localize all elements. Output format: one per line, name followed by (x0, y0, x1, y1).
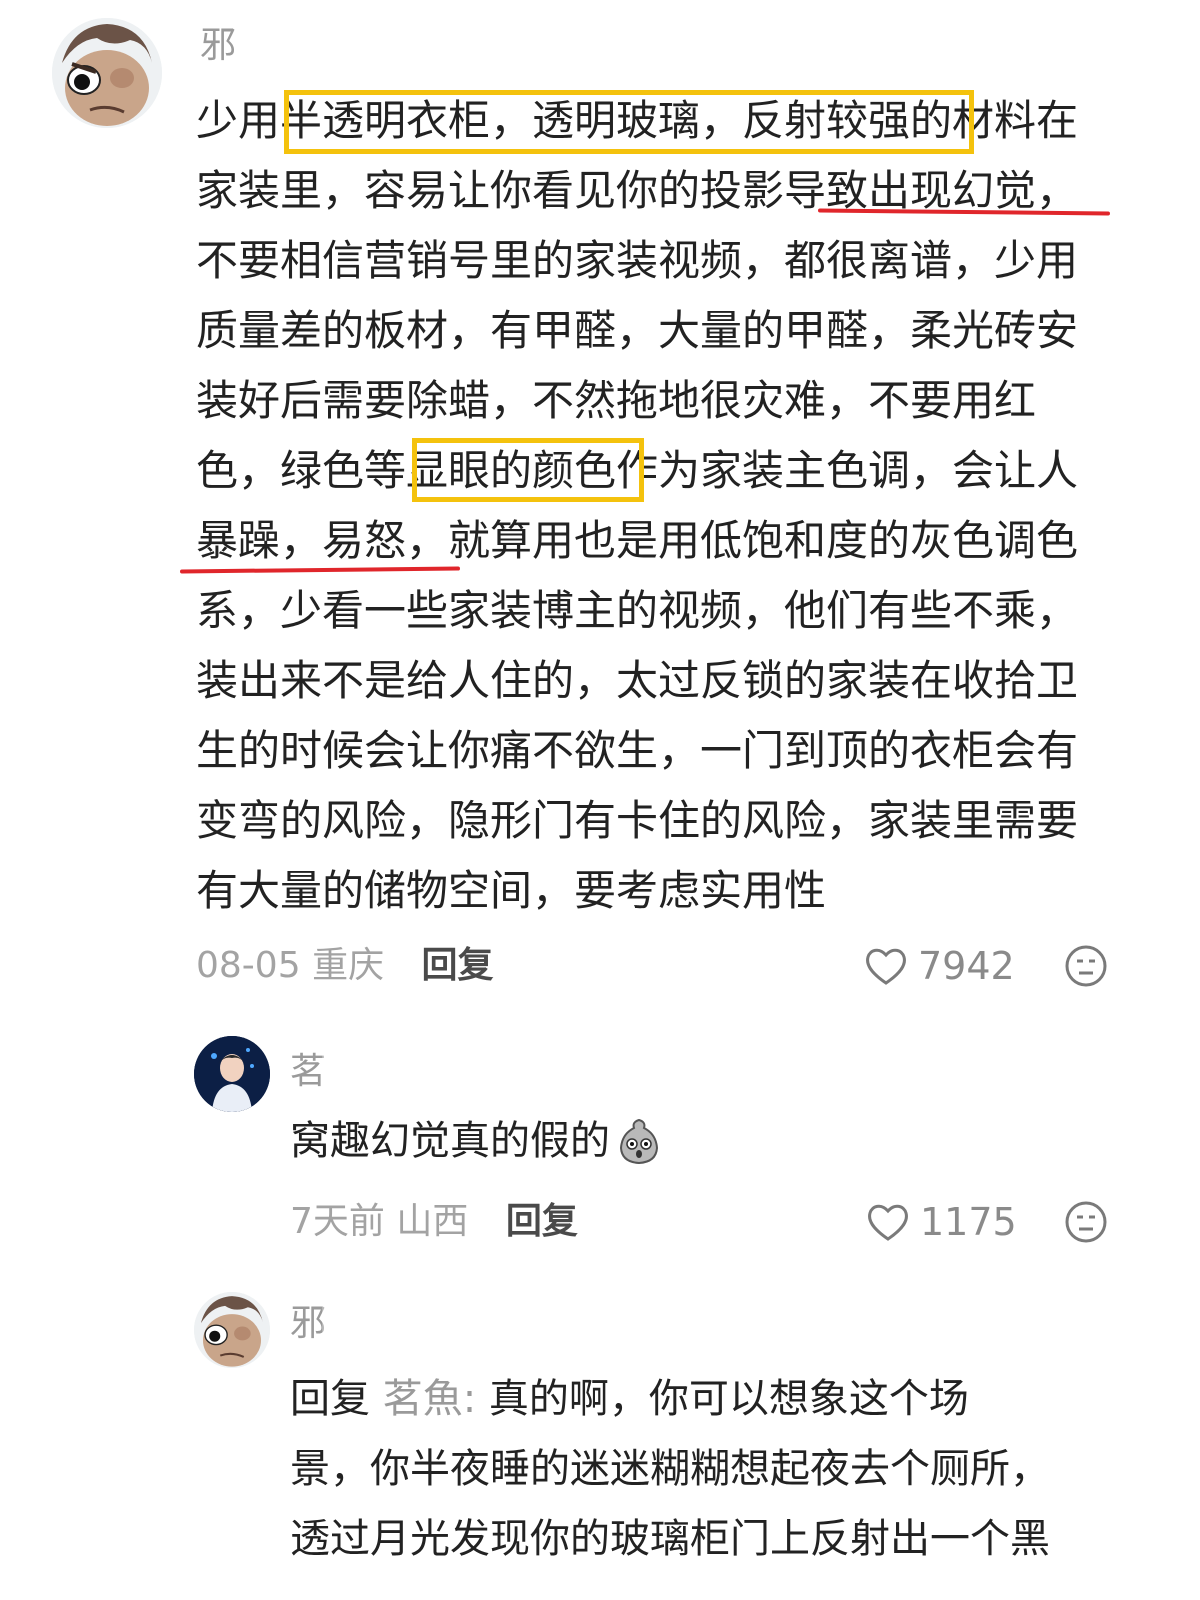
comment-line: 系，少看一些家装博主的视频，他们有些不乘， (196, 586, 1079, 635)
avatar-photo-icon (194, 1036, 270, 1112)
reply-prefix: 回复 (290, 1376, 370, 1422)
like-button[interactable]: 7942 (864, 944, 1015, 988)
username-blur (322, 1048, 362, 1088)
comment-line: 景，你半夜睡的迷迷糊糊想起夜去个厕所， (290, 1446, 1050, 1492)
reply-text: 窝趣幻觉真的假的 (290, 1118, 610, 1164)
avatar-cartoon-icon (52, 18, 162, 128)
like-count: 7942 (918, 944, 1015, 988)
comment-line: 生的时候会让你痛不欲生，一门到顶的衣柜会有 (196, 726, 1079, 775)
like-count: 1175 (920, 1200, 1017, 1244)
comment-line: 家装里，容易让你看见你的投影导致出现幻觉， (196, 166, 1079, 215)
highlight-box (412, 438, 644, 502)
avatar[interactable] (194, 1036, 270, 1112)
comment-meta: 7天前 山西 回复 (290, 1200, 578, 1244)
mention-link[interactable]: 茗魚: (383, 1376, 476, 1422)
dislike-face-icon[interactable] (1064, 944, 1108, 988)
reply-button[interactable]: 回复 (422, 945, 494, 986)
comment-line: 不要相信营销号里的家装视频，都很离谱，少用 (196, 236, 1079, 285)
comment-line: 变弯的风险，隐形门有卡住的风险，家装里需要 (196, 796, 1079, 845)
comment-line: 质量差的板材，有甲醛，大量的甲醛，柔光砖安 (196, 306, 1079, 355)
username-blur (322, 1300, 362, 1340)
comment-text: 回复 茗魚: 真的啊，你可以想象这个场 景，你半夜睡的迷迷糊糊想起夜去个厕所， … (290, 1364, 1050, 1574)
reply-button[interactable]: 回复 (506, 1201, 578, 1242)
comment-line: 装出来不是给人住的，太过反锁的家装在收拾卫 (196, 656, 1079, 705)
avatar[interactable] (52, 18, 162, 128)
username-blur (238, 26, 286, 66)
heart-icon (868, 1204, 908, 1241)
comment-location: 重庆 (312, 945, 385, 986)
comment-line: 有大量的储物空间，要考虑实用性 (196, 866, 827, 915)
like-button[interactable]: 1175 (866, 1200, 1017, 1244)
avatar-cartoon-icon (194, 1292, 270, 1368)
comment-line: 回复 茗魚: 真的啊，你可以想象这个场 (290, 1364, 1050, 1434)
heart-icon (866, 948, 906, 985)
username[interactable]: 茗 (290, 1050, 326, 1094)
comment-date: 08-05 (196, 945, 301, 986)
comment-location: 山西 (396, 1201, 469, 1242)
comment-line: 暴躁，易怒，就算用也是用低饱和度的灰色调色 (196, 516, 1079, 565)
comment-text: 窝趣幻觉真的假的 (290, 1106, 664, 1176)
comment-date: 7天前 (290, 1201, 385, 1242)
comment-meta: 08-05 重庆 回复 (196, 944, 494, 988)
username[interactable]: 邪 (290, 1302, 326, 1346)
emoji-icon (619, 1118, 659, 1165)
highlight-box (284, 90, 974, 154)
avatar[interactable] (194, 1292, 270, 1368)
reply-text: 真的啊，你可以想象这个场 (488, 1376, 969, 1422)
comment-line: 透过月光发现你的玻璃柜门上反射出一个黑 (290, 1516, 1050, 1562)
username[interactable]: 邪 (200, 24, 236, 68)
comment-line: 装好后需要除蜡，不然拖地很灾难，不要用红 (196, 376, 1037, 425)
dislike-face-icon[interactable] (1064, 1200, 1108, 1244)
